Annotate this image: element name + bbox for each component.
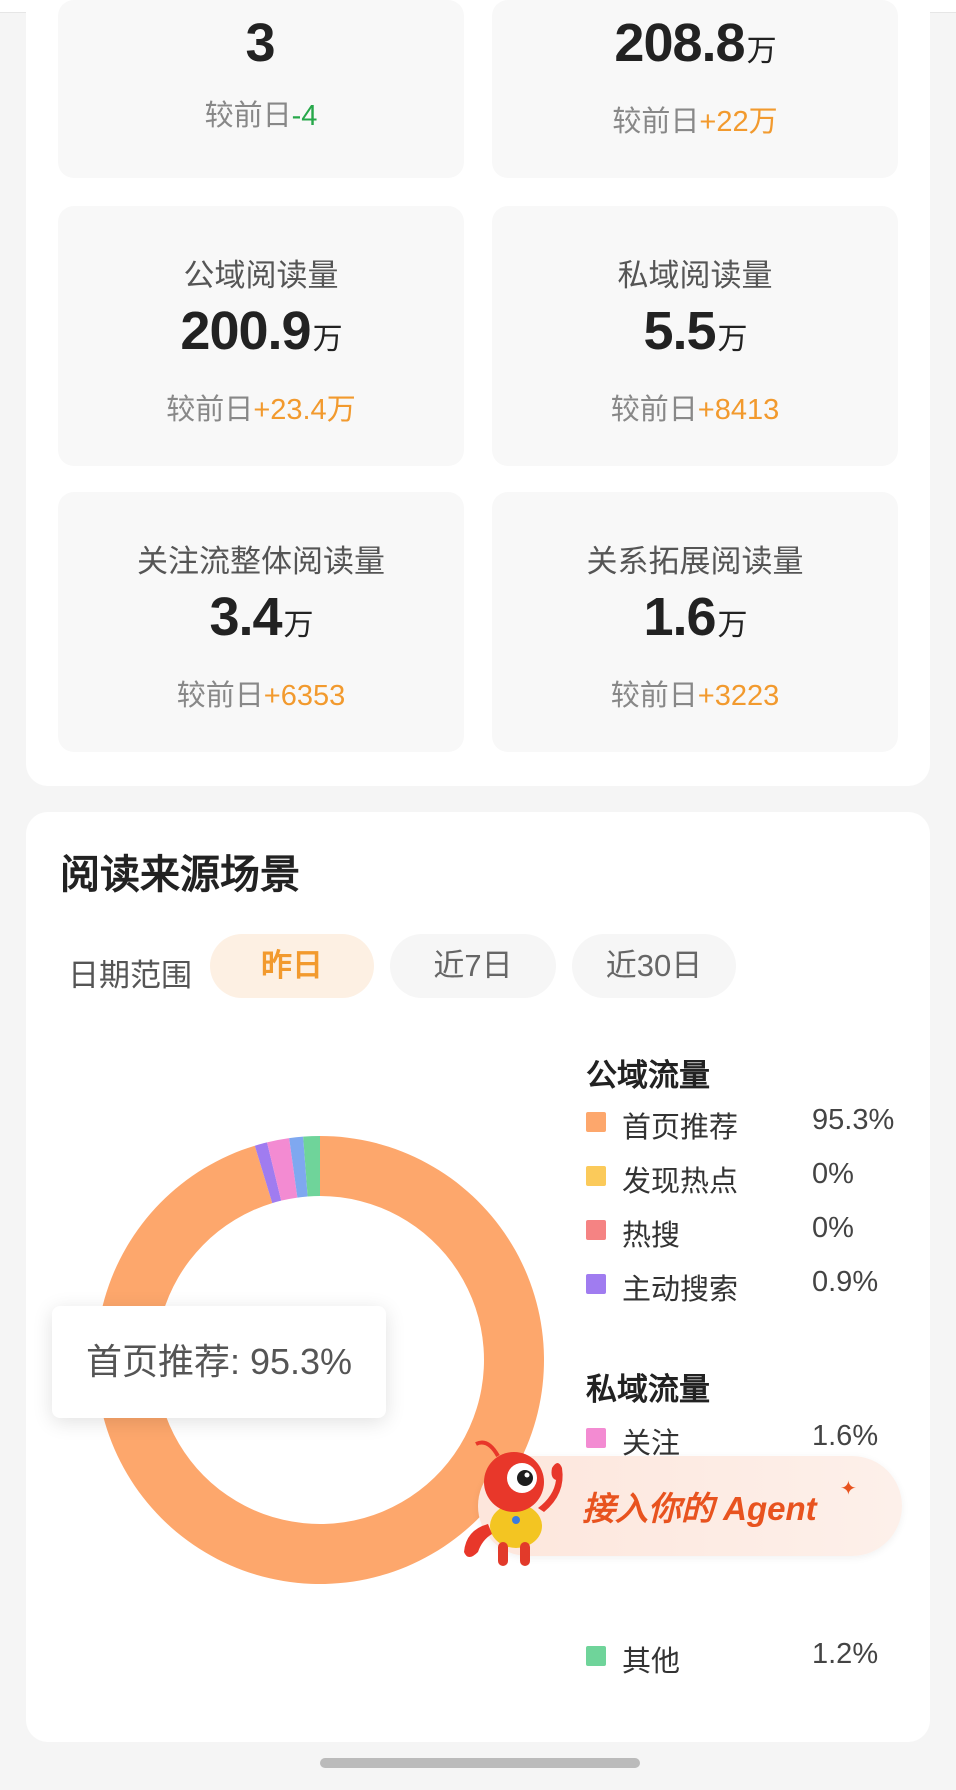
sparkle-icon: ✦: [840, 1478, 857, 1500]
legend-name: 热搜: [622, 1220, 681, 1252]
stat-compare: 较前日+8413: [610, 394, 780, 426]
stat-value: 3: [245, 13, 275, 73]
legend-value: 95.3%: [812, 1104, 895, 1136]
legend-swatch: [586, 1274, 606, 1294]
stat-compare: 较前日+3223: [610, 680, 780, 712]
stat-label: 公域阅读量: [183, 258, 339, 293]
section-title: 阅读来源场景: [60, 852, 300, 898]
stat-label: 关系拓展阅读量: [586, 544, 804, 579]
crayfish-mascot-icon[interactable]: [458, 1434, 586, 1574]
legend-name: 发现热点: [622, 1166, 739, 1198]
legend-item[interactable]: 主动搜索 0.9%: [586, 1264, 906, 1306]
stat-tile-relation-reads[interactable]: 关系拓展阅读量 1.6万 较前日+3223: [492, 492, 898, 752]
tab-last-30-days[interactable]: 近30日: [572, 934, 736, 998]
stat-value: 1.6万: [643, 587, 747, 647]
stat-compare: 较前日-4: [204, 100, 318, 132]
legend-value: 1.2%: [812, 1638, 879, 1670]
legend-value: 0.9%: [812, 1266, 879, 1298]
stats-card: 3 较前日-4 208.8万 较前日+22万 公域阅读量 200.9万 较前日+…: [26, 0, 930, 786]
legend-item[interactable]: 热搜 0%: [586, 1210, 906, 1252]
stat-value: 3.4万: [209, 587, 313, 647]
legend-item[interactable]: 关注 1.6%: [586, 1418, 906, 1460]
legend-name: 其他: [622, 1646, 681, 1678]
legend-value: 1.6%: [812, 1420, 879, 1452]
stat-tile[interactable]: 3 较前日-4: [58, 0, 464, 178]
legend-name: 主动搜索: [622, 1274, 739, 1306]
stat-label: 私域阅读量: [617, 258, 773, 293]
legend-name: 首页推荐: [622, 1112, 739, 1144]
home-indicator[interactable]: [320, 1758, 640, 1768]
compare-value: +22万: [699, 106, 778, 138]
stat-value: 200.9万: [180, 301, 342, 361]
chart-tooltip: 首页推荐: 95.3%: [52, 1306, 386, 1418]
legend-item[interactable]: 发现热点 0%: [586, 1156, 906, 1198]
compare-value: +6353: [263, 680, 346, 712]
tab-last-7-days[interactable]: 近7日: [390, 934, 556, 998]
agent-banner-label: 接入你的 Agent: [582, 1490, 817, 1527]
stat-value: 208.8万: [614, 13, 776, 73]
legend-item[interactable]: 首页推荐 95.3%: [586, 1102, 906, 1144]
stat-value: 5.5万: [643, 301, 747, 361]
legend-swatch: [586, 1646, 606, 1666]
stat-tile-follow-feed-reads[interactable]: 关注流整体阅读量 3.4万 较前日+6353: [58, 492, 464, 752]
legend-value: 0%: [812, 1212, 854, 1244]
compare-value: -4: [291, 100, 318, 132]
compare-value: +8413: [697, 394, 780, 426]
legend-item[interactable]: 其他 1.2%: [586, 1636, 906, 1678]
legend-swatch: [586, 1112, 606, 1132]
compare-value: +3223: [697, 680, 780, 712]
stat-compare: 较前日+22万: [612, 106, 778, 138]
stat-compare: 较前日+6353: [176, 680, 346, 712]
date-range-label: 日期范围: [68, 958, 192, 993]
stat-tile[interactable]: 208.8万 较前日+22万: [492, 0, 898, 178]
stat-label: 关注流整体阅读量: [137, 544, 385, 579]
tab-yesterday[interactable]: 昨日: [210, 934, 374, 998]
legend-swatch: [586, 1220, 606, 1240]
legend-swatch: [586, 1166, 606, 1186]
stat-tile-private-reads[interactable]: 私域阅读量 5.5万 较前日+8413: [492, 206, 898, 466]
stat-tile-public-reads[interactable]: 公域阅读量 200.9万 较前日+23.4万: [58, 206, 464, 466]
stat-compare: 较前日+23.4万: [166, 394, 356, 426]
legend-swatch: [586, 1428, 606, 1448]
legend-group-public: 公域流量: [586, 1058, 710, 1093]
compare-value: +23.4万: [253, 394, 356, 426]
legend-group-private: 私域流量: [586, 1372, 710, 1407]
legend-value: 0%: [812, 1158, 854, 1190]
